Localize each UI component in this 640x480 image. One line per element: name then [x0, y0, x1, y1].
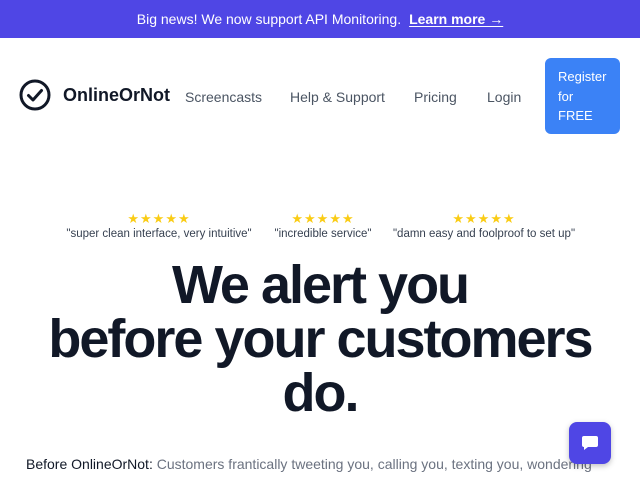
- hero-line-1: We alert you: [171, 255, 470, 315]
- nav-login[interactable]: Login: [487, 89, 521, 105]
- register-button[interactable]: Register for FREE: [545, 58, 620, 134]
- before-description: Before OnlineOrNot: Customers franticall…: [26, 456, 626, 472]
- register-label-line3: FREE: [558, 108, 593, 123]
- announcement-message: Big news! We now support API Monitoring.: [136, 11, 402, 27]
- review-quote: "damn easy and foolproof to set up": [392, 228, 576, 240]
- chat-widget-button[interactable]: [569, 422, 611, 464]
- before-label: Before OnlineOrNot:: [26, 456, 153, 472]
- register-label-line2: for: [558, 88, 574, 104]
- star-rating: ★★★★★: [291, 211, 355, 226]
- nav-pricing[interactable]: Pricing: [414, 89, 457, 105]
- logo[interactable]: OnlineOrNot: [19, 79, 170, 111]
- review-item: ★★★★★ "damn easy and foolproof to set up…: [386, 211, 582, 240]
- hero-line-2: before your customers: [48, 309, 593, 369]
- register-label-line1: Register: [558, 69, 607, 84]
- star-rating: ★★★★★: [127, 211, 191, 226]
- learn-more-link[interactable]: Learn more →: [409, 11, 503, 27]
- nav-help-support[interactable]: Help & Support: [290, 89, 385, 105]
- chat-bubble-icon: [582, 436, 598, 450]
- review-item: ★★★★★ "super clean interface, very intui…: [60, 211, 258, 240]
- review-quote: "super clean interface, very intuitive": [66, 228, 252, 240]
- review-item: ★★★★★ "incredible service": [268, 211, 378, 240]
- reviews-strip: ★★★★★ "super clean interface, very intui…: [0, 211, 640, 251]
- hero-headline: We alert you before your customers do.: [0, 258, 640, 420]
- star-rating: ★★★★★: [452, 211, 516, 226]
- check-circle-icon: [19, 79, 51, 111]
- review-quote: "incredible service": [274, 228, 372, 240]
- hero-line-3: do.: [282, 363, 360, 423]
- before-text: Customers frantically tweeting you, call…: [152, 456, 592, 472]
- brand-name: OnlineOrNot: [63, 84, 170, 105]
- nav-screencasts[interactable]: Screencasts: [185, 89, 262, 105]
- header-nav: OnlineOrNot Screencasts Help & Support P…: [0, 38, 640, 156]
- announcement-bar: Big news! We now support API Monitoring.…: [0, 0, 640, 38]
